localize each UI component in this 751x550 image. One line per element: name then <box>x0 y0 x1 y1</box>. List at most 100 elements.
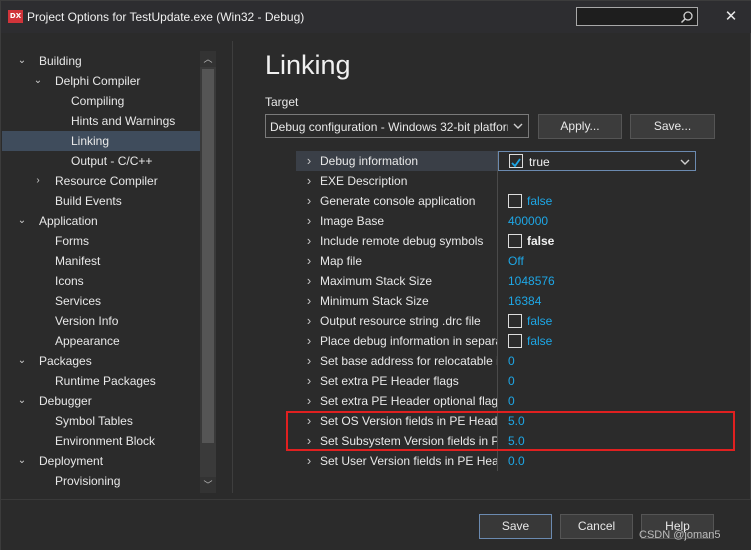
debug-info-select[interactable]: true <box>498 151 696 171</box>
checkbox[interactable] <box>508 234 522 248</box>
chevron-right-icon[interactable]: › <box>304 211 314 231</box>
property-row[interactable]: › Set User Version fields in PE Headers 0.… <box>296 451 716 471</box>
property-name-cell[interactable]: › Output resource string .drc file <box>296 311 497 331</box>
tree-item[interactable]: ⌄ Packages <box>2 351 201 371</box>
chevron-right-icon[interactable]: › <box>304 391 314 411</box>
property-value[interactable]: 1048576 <box>508 271 555 291</box>
checkbox-checked[interactable] <box>509 154 523 168</box>
chevron-right-icon[interactable]: › <box>32 171 44 191</box>
chevron-down-icon[interactable]: ⌄ <box>16 351 28 371</box>
property-row[interactable]: › Debug information true <box>296 151 716 171</box>
scroll-up-icon[interactable]: ︿ <box>200 51 216 67</box>
tree-item[interactable]: Symbol Tables <box>2 411 201 431</box>
tree-item[interactable]: Forms <box>2 231 201 251</box>
property-name-cell[interactable]: › Maximum Stack Size <box>296 271 497 291</box>
property-value[interactable]: false <box>527 231 554 251</box>
chevron-right-icon[interactable]: › <box>304 191 314 211</box>
checkbox[interactable] <box>508 334 522 348</box>
property-name-cell[interactable]: › Set extra PE Header optional flags <box>296 391 497 411</box>
chevron-down-icon[interactable]: ⌄ <box>16 211 28 231</box>
chevron-right-icon[interactable]: › <box>304 311 314 331</box>
tree-item[interactable]: Appearance <box>2 331 201 351</box>
property-row[interactable]: › Place debug information in separate TDS… <box>296 331 716 351</box>
property-name-cell[interactable]: › EXE Description <box>296 171 497 191</box>
tree-item[interactable]: Hints and Warnings <box>2 111 201 131</box>
property-name-cell[interactable]: › Image Base <box>296 211 497 231</box>
scroll-thumb[interactable] <box>202 69 214 443</box>
property-row[interactable]: › EXE Description <box>296 171 716 191</box>
tree-item[interactable]: Manifest <box>2 251 201 271</box>
property-value[interactable]: 0 <box>508 351 515 371</box>
save-button[interactable]: Save <box>479 514 552 539</box>
tree-item[interactable]: ⌄ Application <box>2 211 201 231</box>
property-name-cell[interactable]: › Set extra PE Header flags <box>296 371 497 391</box>
property-row[interactable]: › Set base address for relocatable images… <box>296 351 716 371</box>
chevron-right-icon[interactable]: › <box>304 371 314 391</box>
tree-item[interactable]: ⌄ Debugger <box>2 391 201 411</box>
property-row[interactable]: › Set extra PE Header optional flags 0 <box>296 391 716 411</box>
property-name-cell[interactable]: › Place debug information in separate TDS… <box>296 331 497 351</box>
tree-item[interactable]: Environment Block <box>2 431 201 451</box>
tree-item[interactable]: › Resource Compiler <box>2 171 201 191</box>
property-name-cell[interactable]: › Debug information <box>296 151 497 171</box>
tree-item[interactable]: Build Events <box>2 191 201 211</box>
chevron-right-icon[interactable]: › <box>304 151 314 171</box>
property-name-cell[interactable]: › Map file <box>296 251 497 271</box>
property-row[interactable]: › Maximum Stack Size 1048576 <box>296 271 716 291</box>
chevron-right-icon[interactable]: › <box>304 251 314 271</box>
property-row[interactable]: › Generate console application false <box>296 191 716 211</box>
chevron-right-icon[interactable]: › <box>304 291 314 311</box>
checkbox[interactable] <box>508 194 522 208</box>
property-value[interactable]: Off <box>508 251 524 271</box>
tree-item[interactable]: Version Info <box>2 311 201 331</box>
property-name-cell[interactable]: › Set User Version fields in PE Headers <box>296 451 497 471</box>
property-value[interactable]: false <box>527 331 552 351</box>
chevron-down-icon[interactable] <box>679 156 691 168</box>
tree-item[interactable]: Services <box>2 291 201 311</box>
property-value[interactable]: 0 <box>508 391 515 411</box>
property-value[interactable]: 0.0 <box>508 451 525 471</box>
chevron-down-icon[interactable]: ⌄ <box>16 51 28 71</box>
tree-item[interactable]: Output - C/C++ <box>2 151 201 171</box>
tree-item[interactable]: Compiling <box>2 91 201 111</box>
chevron-down-icon[interactable]: ⌄ <box>32 71 44 91</box>
property-row[interactable]: › Map file Off <box>296 251 716 271</box>
property-row[interactable]: › Minimum Stack Size 16384 <box>296 291 716 311</box>
chevron-down-icon[interactable]: ⌄ <box>16 451 28 471</box>
property-name-cell[interactable]: › Minimum Stack Size <box>296 291 497 311</box>
property-name-cell[interactable]: › Generate console application <box>296 191 497 211</box>
apply-button[interactable]: Apply... <box>538 114 622 139</box>
property-value[interactable]: 0 <box>508 371 515 391</box>
property-name-cell[interactable]: › Set base address for relocatable images <box>296 351 497 371</box>
tree-item[interactable]: Linking <box>2 131 201 151</box>
chevron-right-icon[interactable]: › <box>304 351 314 371</box>
checkbox[interactable] <box>508 314 522 328</box>
chevron-down-icon[interactable]: ⌄ <box>16 391 28 411</box>
save-as-button[interactable]: Save... <box>630 114 715 139</box>
property-value[interactable]: false <box>527 311 552 331</box>
scroll-down-icon[interactable]: ﹀ <box>200 477 216 493</box>
tree-item[interactable]: ⌄ Delphi Compiler <box>2 71 201 91</box>
chevron-right-icon[interactable]: › <box>304 271 314 291</box>
property-value[interactable]: false <box>527 191 552 211</box>
property-name-cell[interactable]: › Include remote debug symbols <box>296 231 497 251</box>
property-value[interactable]: 16384 <box>508 291 541 311</box>
panel-splitter[interactable] <box>232 41 233 493</box>
tree-item[interactable]: Icons <box>2 271 201 291</box>
property-row[interactable]: › Set extra PE Header flags 0 <box>296 371 716 391</box>
target-select[interactable]: Debug configuration - Windows 32-bit pla… <box>265 114 529 138</box>
options-search-input[interactable] <box>576 7 698 26</box>
chevron-right-icon[interactable]: › <box>304 231 314 251</box>
chevron-right-icon[interactable]: › <box>304 171 314 191</box>
close-button[interactable]: ✕ <box>720 7 742 27</box>
property-row[interactable]: › Image Base 400000 <box>296 211 716 231</box>
chevron-right-icon[interactable]: › <box>304 451 314 471</box>
tree-item[interactable]: Provisioning <box>2 471 201 491</box>
tree-item[interactable]: ⌄ Deployment <box>2 451 201 471</box>
property-row[interactable]: › Output resource string .drc file false <box>296 311 716 331</box>
cancel-button[interactable]: Cancel <box>560 514 633 539</box>
tree-scrollbar[interactable]: ︿ ﹀ <box>200 51 216 493</box>
property-value[interactable]: 400000 <box>508 211 548 231</box>
chevron-right-icon[interactable]: › <box>304 331 314 351</box>
property-row[interactable]: › Include remote debug symbols false <box>296 231 716 251</box>
